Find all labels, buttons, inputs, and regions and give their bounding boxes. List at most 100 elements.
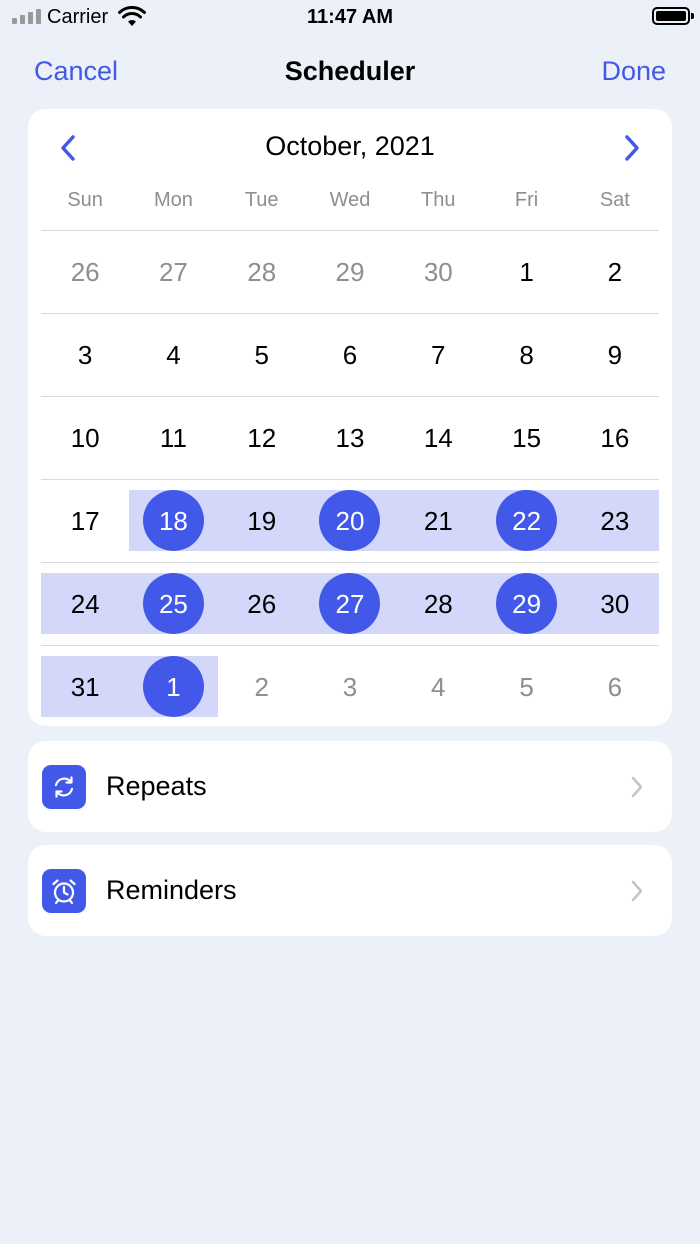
day-number: 21 <box>423 505 453 536</box>
day-number: 29 <box>512 588 542 619</box>
calendar-day-selected[interactable]: 18 <box>129 480 217 562</box>
repeats-row[interactable]: Repeats <box>28 741 672 832</box>
day-number: 30 <box>423 256 453 287</box>
done-button[interactable]: Done <box>601 56 666 87</box>
day-number: 23 <box>600 505 630 536</box>
calendar-day[interactable]: 26 <box>218 563 306 645</box>
calendar-day-selected[interactable]: 27 <box>306 563 394 645</box>
weekday-label: Tue <box>244 189 279 211</box>
page-title: Scheduler <box>284 56 416 86</box>
calendar-day[interactable]: 13 <box>306 397 394 479</box>
day-number: 27 <box>335 588 365 619</box>
calendar-week-row: 31 1 2 3 4 5 6 <box>41 645 659 728</box>
calendar-day[interactable]: 17 <box>41 480 129 562</box>
day-number: 25 <box>158 588 188 619</box>
calendar-day[interactable]: 30 <box>571 563 659 645</box>
calendar-week-row: 24 25 26 27 28 29 30 <box>41 562 659 645</box>
calendar-day[interactable]: 8 <box>482 314 570 396</box>
calendar-day[interactable]: 3 <box>41 314 129 396</box>
day-number: 11 <box>159 422 187 453</box>
chevron-right-icon <box>625 135 639 161</box>
day-number: 5 <box>519 671 534 702</box>
calendar-day[interactable]: 3 <box>306 646 394 728</box>
day-number: 6 <box>342 339 358 370</box>
calendar-week-row: 3 4 5 6 7 8 9 <box>41 313 659 396</box>
calendar-day-selected[interactable]: 29 <box>482 563 570 645</box>
day-number: 14 <box>423 422 453 453</box>
day-number: 2 <box>254 671 269 702</box>
calendar-week-row: 17 18 19 20 21 22 23 <box>41 479 659 562</box>
calendar-day[interactable]: 24 <box>41 563 129 645</box>
repeat-icon <box>42 765 86 809</box>
calendar-day[interactable]: 15 <box>482 397 570 479</box>
weekday-label: Sun <box>67 189 103 211</box>
calendar-day[interactable]: 4 <box>394 646 482 728</box>
calendar-day[interactable]: 31 <box>41 646 129 728</box>
calendar-day[interactable]: 1 <box>482 231 570 313</box>
calendar-day[interactable]: 4 <box>129 314 217 396</box>
calendar-day[interactable]: 7 <box>394 314 482 396</box>
month-title: October, 2021 <box>265 131 435 161</box>
day-number: 29 <box>335 256 365 287</box>
day-number: 5 <box>254 339 269 370</box>
day-number: 26 <box>247 588 277 619</box>
day-number: 7 <box>431 339 446 370</box>
calendar-day[interactable]: 6 <box>571 646 659 728</box>
calendar-day[interactable]: 9 <box>571 314 659 396</box>
calendar-day-selected[interactable]: 25 <box>129 563 217 645</box>
calendar-day[interactable]: 11 <box>129 397 217 479</box>
calendar-day[interactable]: 5 <box>482 646 570 728</box>
day-number: 10 <box>70 422 100 453</box>
day-number: 3 <box>342 671 358 702</box>
day-number: 27 <box>158 256 188 287</box>
calendar-day[interactable]: 6 <box>306 314 394 396</box>
calendar-day[interactable]: 5 <box>218 314 306 396</box>
calendar-day-selected[interactable]: 20 <box>306 480 394 562</box>
calendar-week-row: 10 11 12 13 14 15 16 <box>41 396 659 479</box>
chevron-right-icon <box>631 880 643 902</box>
calendar-week-row: 26 27 28 29 30 1 2 <box>41 230 659 313</box>
calendar-day-selected[interactable]: 1 <box>129 646 217 728</box>
calendar-day[interactable]: 21 <box>394 480 482 562</box>
calendar-card: October, 2021 Sun Mon Tue Wed Thu Fri Sat 26 27… <box>28 109 672 726</box>
status-time: 11:47 AM <box>307 6 393 28</box>
calendar-day[interactable]: 10 <box>41 397 129 479</box>
day-number: 13 <box>335 422 365 453</box>
calendar-day[interactable]: 12 <box>218 397 306 479</box>
calendar-day[interactable]: 16 <box>571 397 659 479</box>
day-number: 16 <box>600 422 630 453</box>
day-number: 15 <box>512 422 542 453</box>
calendar-day[interactable]: 30 <box>394 231 482 313</box>
calendar-day[interactable]: 2 <box>571 231 659 313</box>
calendar-day[interactable]: 19 <box>218 480 306 562</box>
day-number: 6 <box>607 671 623 702</box>
day-number: 4 <box>431 671 446 702</box>
calendar-day-selected[interactable]: 22 <box>482 480 570 562</box>
calendar-day[interactable]: 27 <box>129 231 217 313</box>
calendar-day[interactable]: 23 <box>571 480 659 562</box>
day-number: 3 <box>77 339 93 370</box>
calendar-day[interactable]: 28 <box>394 563 482 645</box>
day-number: 24 <box>70 588 100 619</box>
calendar-day[interactable]: 14 <box>394 397 482 479</box>
chevron-right-icon <box>631 776 643 798</box>
day-number: 22 <box>512 505 542 536</box>
weekday-label: Mon <box>153 189 193 211</box>
calendar-grid: 26 27 28 29 30 1 2 3 4 5 6 7 8 9 10 11 12 13 14 15 16 17 18 19 2… <box>41 230 659 728</box>
reminders-label: Reminders <box>106 875 237 905</box>
calendar-day[interactable]: 26 <box>41 231 129 313</box>
battery-icon <box>652 7 694 25</box>
calendar-day[interactable]: 28 <box>218 231 306 313</box>
day-number: 2 <box>607 256 623 287</box>
reminders-row[interactable]: Reminders <box>28 845 672 936</box>
weekday-header: Sun Mon Tue Wed Thu Fri Sat <box>41 189 659 212</box>
calendar-day[interactable]: 29 <box>306 231 394 313</box>
day-number: 26 <box>70 256 100 287</box>
next-month-button[interactable] <box>616 131 646 165</box>
calendar-day[interactable]: 2 <box>218 646 306 728</box>
status-bar: Carrier 11:47 AM <box>0 0 700 36</box>
day-number: 19 <box>247 505 277 536</box>
day-number: 28 <box>247 256 277 287</box>
alarm-clock-icon <box>42 869 86 913</box>
day-number: 8 <box>519 339 534 370</box>
